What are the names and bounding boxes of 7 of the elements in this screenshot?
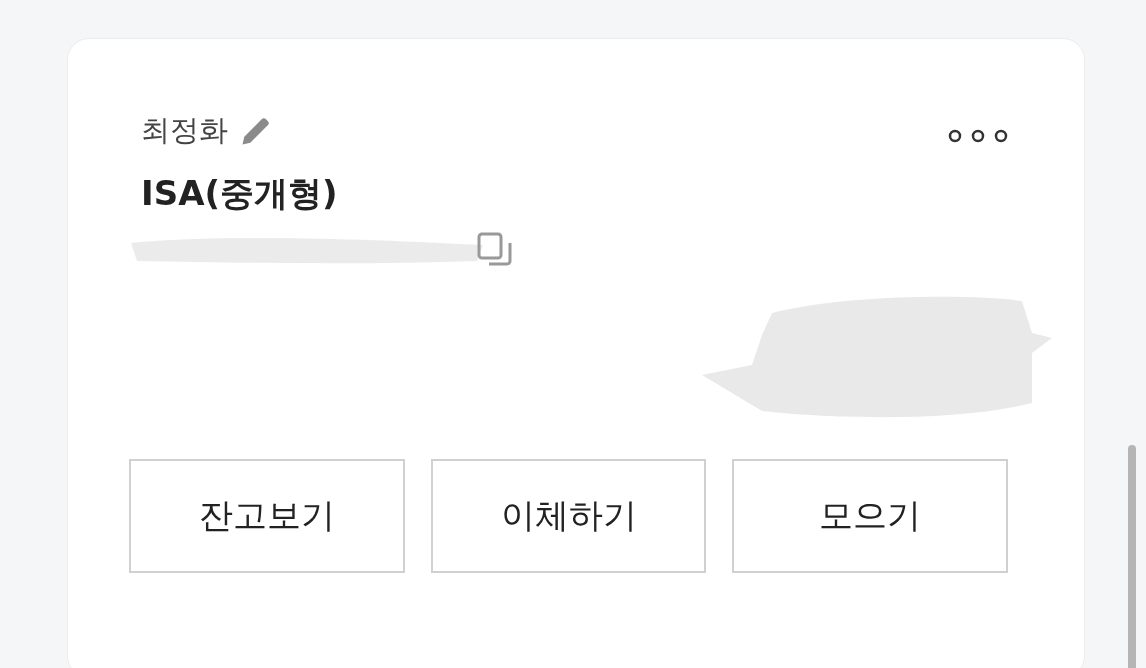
account-type: ISA(중개형): [141, 172, 339, 215]
more-icon[interactable]: [948, 129, 1008, 143]
action-button[interactable]: 잔고보기: [129, 459, 405, 573]
action-button[interactable]: 모으기: [732, 459, 1008, 573]
scrollbar[interactable]: [1128, 445, 1136, 668]
action-button[interactable]: 이체하기: [430, 459, 707, 573]
account-owner: 최정화: [141, 112, 228, 149]
